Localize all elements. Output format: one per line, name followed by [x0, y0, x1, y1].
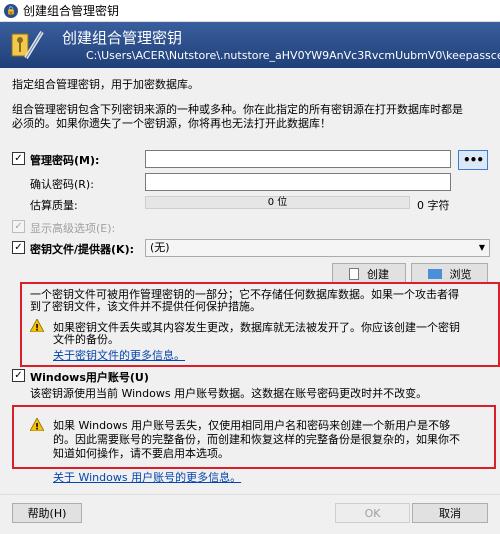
svg-text:!: !	[35, 324, 39, 333]
new-file-icon	[349, 267, 359, 280]
key-file-label: 密钥文件/提供器(K):	[30, 243, 134, 256]
keepass-lock-icon: 🔒	[4, 3, 18, 18]
svg-text:!: !	[35, 423, 39, 432]
ok-button[interactable]: OK	[335, 503, 410, 523]
windows-account-warning-3: 知道如何操作，请不要启用本选项。	[53, 447, 229, 460]
key-file-more-info-link[interactable]: 关于密钥文件的更多信息。	[53, 347, 185, 363]
master-password-input[interactable]	[145, 150, 451, 168]
windows-account-label: Windows用户账号(U)	[30, 371, 149, 384]
key-file-checkbox[interactable]: ✓	[12, 241, 25, 254]
quality-bar: 0 位	[145, 196, 410, 209]
folder-icon	[427, 268, 442, 279]
intro-line-1: 指定组合管理密钥，用于加密数据库。	[12, 78, 199, 91]
header-banner: 创建组合管理密钥 C:\Users\ACER\Nutstore\.nutstor…	[0, 22, 500, 68]
quality-label: 估算质量:	[30, 199, 78, 212]
key-file-select[interactable]: (无) ▼	[145, 239, 490, 257]
key-file-selected: (无)	[150, 241, 170, 254]
advanced-options-checkbox[interactable]: ✓	[12, 220, 25, 233]
intro-line-3: 必须的。如果你遗失了一个密钥源，你将再也无法打开此数据库！	[12, 117, 331, 130]
cancel-button[interactable]: 取消	[412, 503, 488, 523]
key-file-desc-2: 到了密钥文件，该文件并不提供任何保护措施。	[30, 300, 261, 313]
windows-account-checkbox[interactable]: ✓	[12, 369, 25, 382]
create-key-file-button[interactable]: 创建	[332, 263, 406, 284]
windows-account-more-info-link[interactable]: 关于 Windows 用户账号的更多信息。	[53, 469, 241, 485]
footer-separator	[0, 494, 500, 495]
confirm-password-label: 确认密码(R):	[30, 178, 94, 191]
chevron-down-icon: ▼	[478, 243, 485, 252]
quality-bits: 0 位	[267, 197, 288, 208]
key-pen-icon	[11, 30, 44, 60]
master-password-label: 管理密码(M):	[30, 154, 100, 167]
confirm-password-input[interactable]	[145, 173, 451, 191]
warning-icon: !	[30, 418, 44, 431]
browse-key-file-button[interactable]: 浏览	[411, 263, 488, 284]
show-password-button[interactable]: •••	[458, 150, 488, 170]
master-password-checkbox[interactable]: ✓	[12, 152, 25, 165]
key-file-warning-2: 文件的备份。	[53, 333, 119, 346]
advanced-options-label: 显示高级选项(E):	[30, 222, 116, 235]
database-path: C:\Users\ACER\Nutstore\.nutstore_aHV0YW9…	[86, 49, 500, 62]
banner-title: 创建组合管理密钥	[62, 29, 183, 47]
window-title: 创建组合管理密钥	[23, 4, 120, 18]
help-button[interactable]: 帮助(H)	[12, 503, 82, 523]
title-bar: 🔒 创建组合管理密钥	[0, 0, 500, 22]
warning-icon: !	[30, 319, 44, 332]
char-count: 0 字符	[417, 199, 450, 212]
windows-account-desc: 该密钥源使用当前 Windows 用户账号数据。这数据在账号密码更改时并不改变。	[30, 387, 428, 400]
